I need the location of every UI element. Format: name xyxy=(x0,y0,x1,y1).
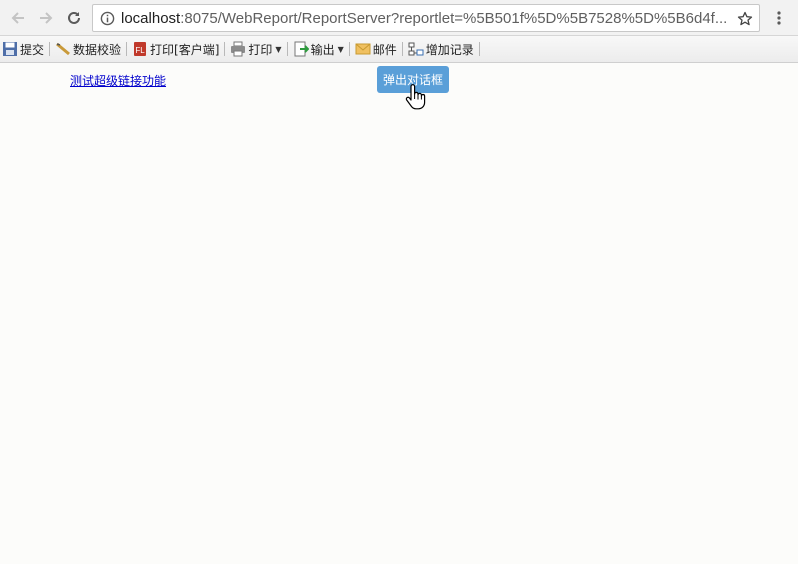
svg-text:FL: FL xyxy=(135,46,145,55)
address-bar[interactable]: localhost:8075/WebReport/ReportServer?re… xyxy=(92,4,760,32)
test-hyperlink[interactable]: 测试超级链接功能 xyxy=(70,72,166,89)
toolbar-divider xyxy=(348,42,350,56)
chevron-down-icon: ▼ xyxy=(275,44,282,54)
star-icon[interactable] xyxy=(735,9,755,29)
validate-button[interactable]: 数据校验 xyxy=(53,38,123,60)
toolbar-divider xyxy=(478,42,480,56)
arrow-right-icon xyxy=(40,12,53,24)
toolbar-divider xyxy=(126,42,128,56)
export-button[interactable]: 输出 ▼ xyxy=(291,38,346,60)
export-label: 输出 xyxy=(310,42,335,57)
url-text[interactable]: localhost:8075/WebReport/ReportServer?re… xyxy=(121,10,731,27)
browser-window: localhost:8075/WebReport/ReportServer?re… xyxy=(0,0,798,564)
print-label: 打印 xyxy=(248,42,273,57)
info-icon[interactable] xyxy=(99,10,115,26)
arrow-left-icon xyxy=(11,12,24,24)
report-toolbar: 提交 数据校验 FL 打印[客户端] 打印 ▼ 输出 ▼ 邮件 增加记录 xyxy=(0,36,798,63)
toolbar-divider xyxy=(224,42,226,56)
pdf-print-icon: FL xyxy=(134,42,147,56)
mail-button[interactable]: 邮件 xyxy=(353,38,399,60)
toolbar-divider xyxy=(286,42,288,56)
print-client-label: 打印[客户端] xyxy=(150,42,220,57)
reload-button[interactable] xyxy=(62,6,86,30)
printer-icon xyxy=(231,41,246,57)
validate-label: 数据校验 xyxy=(73,42,122,57)
url-host: localhost xyxy=(121,9,181,27)
url-path: :8075/WebReport/ReportServer?reportlet=%… xyxy=(180,9,728,27)
submit-button[interactable]: 提交 xyxy=(0,38,46,60)
report-content: 测试超级链接功能 弹出对话框 xyxy=(0,63,798,564)
envelope-icon xyxy=(355,43,371,55)
add-record-button[interactable]: 增加记录 xyxy=(406,38,476,60)
export-icon xyxy=(294,41,309,57)
hand-pointer-icon xyxy=(405,84,426,110)
forward-button[interactable] xyxy=(34,6,58,30)
print-client-button[interactable]: FL 打印[客户端] xyxy=(130,38,221,60)
reload-icon xyxy=(68,11,80,24)
three-dots-vertical-icon[interactable] xyxy=(770,6,788,30)
toolbar-divider xyxy=(49,42,51,56)
save-icon xyxy=(3,42,17,56)
browser-toolbar: localhost:8075/WebReport/ReportServer?re… xyxy=(0,0,798,36)
ruler-pencil-icon xyxy=(56,42,70,56)
add-row-icon xyxy=(408,42,424,56)
mail-label: 邮件 xyxy=(372,42,397,57)
submit-label: 提交 xyxy=(20,42,45,57)
chevron-down-icon: ▼ xyxy=(337,44,344,54)
toolbar-divider xyxy=(401,42,403,56)
add-record-label: 增加记录 xyxy=(425,42,474,57)
print-button[interactable]: 打印 ▼ xyxy=(228,38,283,60)
back-button[interactable] xyxy=(6,6,30,30)
